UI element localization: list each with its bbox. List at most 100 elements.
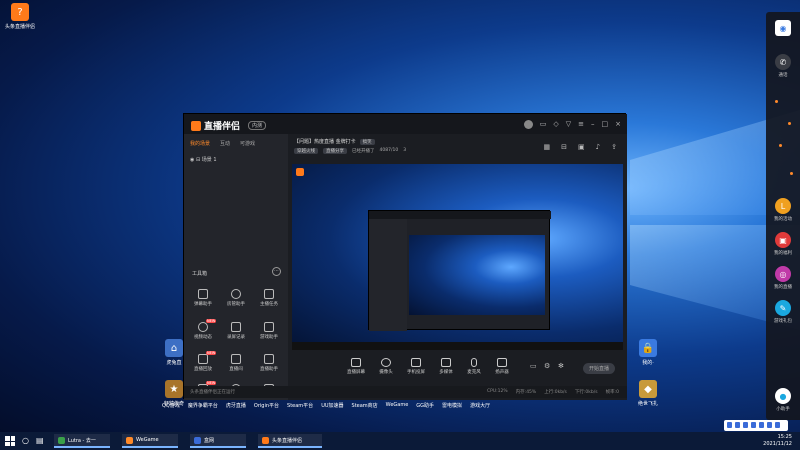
avatar[interactable] xyxy=(523,120,533,129)
task-view-icon[interactable]: ▤ xyxy=(36,436,44,445)
sidebar-item-welfare[interactable]: ▣ 我的福利 xyxy=(766,232,800,256)
screen-button[interactable]: 直播屏幕 xyxy=(342,358,370,375)
desktop-label[interactable]: Origin平台 xyxy=(252,402,281,409)
close-icon[interactable]: × xyxy=(615,120,621,129)
lock-icon: 🔒 xyxy=(639,339,657,357)
sidebar-item-activity[interactable]: L 我的活动 xyxy=(766,198,800,222)
tab-game[interactable]: 可游戏 xyxy=(240,140,255,147)
tray-icon[interactable] xyxy=(767,422,772,428)
tray-icon[interactable] xyxy=(775,422,780,428)
tab-interact[interactable]: 互动 xyxy=(220,140,230,147)
toutiao-live-icon xyxy=(262,436,269,444)
taskbar-item-lutra[interactable]: Lutra - 去一 xyxy=(54,434,110,448)
indicator-dot xyxy=(779,144,782,147)
left-tabs: 我的场景 互动 可游戏 xyxy=(190,140,255,147)
sidebar-item-live[interactable]: ◎ 我的直播 xyxy=(766,266,800,290)
tool-replay[interactable]: 直播回放 xyxy=(186,354,220,372)
room-category[interactable]: 穿越火线 xyxy=(294,148,318,154)
taskbar-item-hewang[interactable]: 盒网 xyxy=(190,434,246,448)
tool-danmu[interactable]: 弹幕助手 xyxy=(186,289,220,307)
desktop-label[interactable]: 魔界争霸平台 xyxy=(186,402,220,409)
room-share[interactable]: 直播分享 xyxy=(323,148,347,154)
settings-icon[interactable]: ⚙ xyxy=(544,362,550,370)
taskbar: ○ ▤ Lutra - 去一 WeGame 盒网 头条直播伴侣 15:25 20… xyxy=(0,432,800,450)
desktop-label[interactable]: Steam平台 xyxy=(285,402,315,409)
sidebar-item-gift-pack[interactable]: ✎ 游戏礼包 xyxy=(766,300,800,324)
maximize-icon[interactable]: □ xyxy=(602,120,609,129)
sidebar-item-phone[interactable]: ✆ 通话 xyxy=(766,54,800,78)
record-icon[interactable]: ▣ xyxy=(578,143,585,151)
taskbar-clock[interactable]: 15:25 2021/11/12 xyxy=(763,434,792,448)
share-icon[interactable]: ⇪ xyxy=(611,143,617,151)
tab-my-scene[interactable]: 我的场景 xyxy=(190,140,210,147)
tool-label: 游戏助手 xyxy=(260,335,278,340)
control-label: 摄像头 xyxy=(379,370,393,375)
search-icon[interactable]: ○ xyxy=(22,436,29,445)
desktop-label[interactable]: Steam商店 xyxy=(350,402,380,409)
control-label: 直播屏幕 xyxy=(347,370,365,375)
more-icon[interactable]: ⋯ xyxy=(272,267,281,276)
desktop-label[interactable]: GG助手 xyxy=(414,402,436,409)
layout-icon[interactable]: ▦ xyxy=(544,143,551,151)
live-preview[interactable] xyxy=(292,164,623,350)
lock-icon[interactable]: ⊟ xyxy=(196,157,200,163)
taskbar-item-toutiao-live[interactable]: 头条直播伴侣 xyxy=(258,434,322,448)
menu-icon[interactable]: ≡ xyxy=(578,120,584,129)
bell-icon[interactable]: ♪ xyxy=(596,143,600,151)
media-button[interactable]: 多媒体 xyxy=(432,358,460,375)
lock-icon[interactable]: ⊟ xyxy=(561,143,567,151)
shirt-icon[interactable]: ▽ xyxy=(566,120,571,129)
sidebar-item-label: 我的福利 xyxy=(774,251,792,256)
control-label: 扬声器 xyxy=(495,370,509,375)
sidebar-item-helper[interactable]: ● 小助手 xyxy=(766,388,800,412)
desktop-label[interactable]: WeGame xyxy=(384,402,411,409)
desktop-label[interactable]: 雷电模拟 xyxy=(440,402,464,409)
mic-button[interactable]: 麦克风 xyxy=(460,358,488,375)
phone-cast-button[interactable]: 手机投屏 xyxy=(402,358,430,375)
live-icon: ◎ xyxy=(775,266,791,282)
camera-button[interactable]: 摄像头 xyxy=(372,358,400,375)
sidebar-item-eye[interactable]: ◉ xyxy=(766,20,800,38)
tool-video[interactable]: 视频动态 xyxy=(186,322,220,340)
tray-icon[interactable] xyxy=(759,422,764,428)
sidebar-item-label: 小助手 xyxy=(776,407,790,412)
room-icon xyxy=(231,354,241,364)
desktop-label[interactable]: UU加速器 xyxy=(319,402,345,409)
scene-item[interactable]: ◉ ⊟ 场景 1 xyxy=(190,156,217,163)
assistant-icon xyxy=(264,354,274,364)
desktop-label[interactable]: 游戏大厅 xyxy=(468,402,492,409)
taskbar-item-label: 盒网 xyxy=(204,437,215,444)
eye-icon[interactable]: ◉ xyxy=(190,157,194,163)
tray-icon[interactable] xyxy=(751,422,756,428)
minimize-icon[interactable]: – xyxy=(591,120,595,129)
video-cam-icon[interactable]: ▭ xyxy=(530,362,537,370)
tool-task[interactable]: 主播任务 xyxy=(252,289,286,307)
tray-icon[interactable] xyxy=(743,422,748,428)
l-icon: L xyxy=(775,198,791,214)
speaker-button[interactable]: 扬声器 xyxy=(488,358,516,375)
message-icon[interactable]: ▭ xyxy=(540,120,547,129)
gear-icon[interactable]: ✻ xyxy=(558,362,564,370)
tool-game[interactable]: 游戏助手 xyxy=(252,322,286,340)
tray-icon[interactable] xyxy=(735,422,740,428)
tool-admin[interactable]: 房管助手 xyxy=(219,289,253,307)
desktop-icon-label: 头条直播伴侣 xyxy=(4,24,35,30)
desktop-icon-toutiao-live[interactable]: ? 头条直播伴侣 xyxy=(3,3,37,30)
taskbar-item-wegame[interactable]: WeGame xyxy=(122,434,178,448)
game-icon xyxy=(264,322,274,332)
skin-icon[interactable]: ◇ xyxy=(553,120,558,129)
version-badge[interactable]: 内测 xyxy=(248,121,267,130)
tool-record[interactable]: 录屏记录 xyxy=(219,322,253,340)
windows-start-icon[interactable] xyxy=(5,436,15,446)
tool-assistant[interactable]: 直播助手 xyxy=(252,354,286,372)
desktop-icon-juesh[interactable]: ◆ 绝世飞扎 xyxy=(631,380,665,407)
desktop-icon-label: 我的· xyxy=(642,360,654,366)
tray-icon[interactable] xyxy=(727,422,732,428)
desktop-label[interactable]: 虎牙直播 xyxy=(224,402,248,409)
tool-room[interactable]: 直播间 xyxy=(219,354,253,372)
desktop-label[interactable]: QQ游戏 xyxy=(160,402,182,409)
start-live-button[interactable]: 开始直播 xyxy=(582,363,615,374)
desktop-icon-mine[interactable]: 🔒 我的· xyxy=(631,339,665,366)
room-title[interactable]: 【问题】热度直播 金牌打卡 xyxy=(294,138,356,145)
room-tag[interactable]: 搞笑 xyxy=(359,138,375,145)
